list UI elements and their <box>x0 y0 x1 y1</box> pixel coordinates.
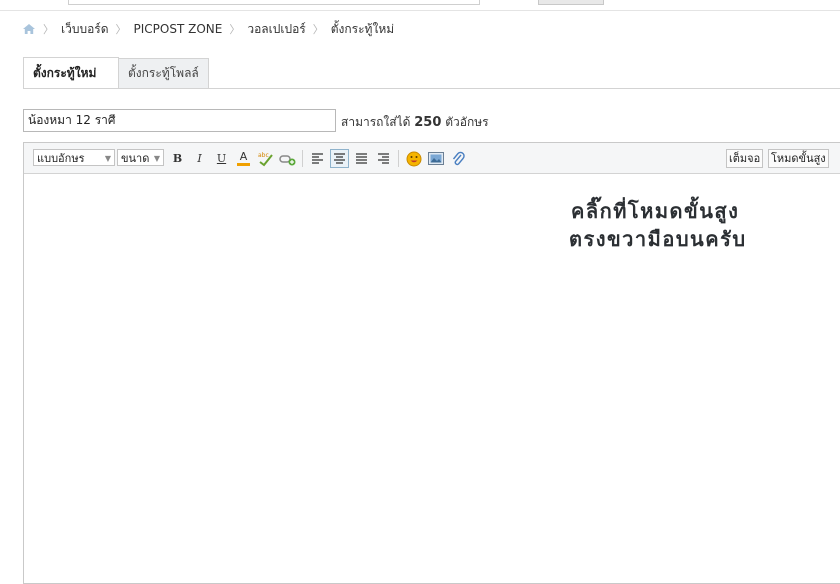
fullscreen-button[interactable]: เต็มจอ <box>726 149 764 168</box>
editor-note-line-2: ตรงขวามือบนครับ <box>569 227 747 251</box>
char-limit-count: 250 <box>414 115 442 130</box>
tab-new-topic[interactable]: ตั้งกระทู้ใหม่ <box>23 57 119 89</box>
breadcrumb-separator-icon: 〉 <box>312 23 324 36</box>
emoticon-icon[interactable] <box>404 149 423 168</box>
breadcrumb-webboard[interactable]: เว็บบอร์ด <box>61 20 109 39</box>
svg-text:abc: abc <box>258 152 269 159</box>
align-justify-icon[interactable] <box>352 149 371 168</box>
breadcrumb-wallpaper[interactable]: วอลเปเปอร์ <box>247 20 305 39</box>
breadcrumb-separator-icon: 〉 <box>115 23 127 36</box>
char-limit-hint: สามารถใส่ได้ 250 ตัวอักษร <box>341 113 489 132</box>
align-right-icon[interactable] <box>374 149 393 168</box>
font-color-swatch <box>237 163 250 166</box>
rich-text-editor: แบบอักษร ▼ ขนาด ▼ B I U A abc เต็มจอ โหม… <box>23 142 840 584</box>
font-family-select[interactable]: แบบอักษร ▼ <box>33 149 115 166</box>
align-left-icon[interactable] <box>308 149 327 168</box>
font-family-select-label: แบบอักษร <box>37 152 85 165</box>
breadcrumb-picpost-zone[interactable]: PICPOST ZONE <box>134 22 223 36</box>
chevron-down-icon: ▼ <box>104 154 111 163</box>
align-center-icon[interactable] <box>330 149 349 168</box>
editor-content-area[interactable]: คลิ๊กที่โหมดขั้นสูง ตรงขวามือบนครับ <box>24 174 840 583</box>
font-size-select[interactable]: ขนาด ▼ <box>117 149 164 166</box>
italic-button[interactable]: I <box>190 149 209 168</box>
font-color-button[interactable]: A <box>234 149 253 168</box>
tab-divider <box>23 88 840 89</box>
insert-image-icon[interactable] <box>426 149 445 168</box>
font-size-select-label: ขนาด <box>121 152 150 165</box>
chevron-down-icon: ▼ <box>153 154 160 163</box>
advanced-mode-button[interactable]: โหมดขั้นสูง <box>768 149 829 168</box>
font-color-letter: A <box>239 150 248 163</box>
breadcrumb: 〉 เว็บบอร์ด 〉 PICPOST ZONE 〉 วอลเปเปอร์ … <box>22 20 394 38</box>
toolbar-divider <box>398 150 399 167</box>
char-limit-suffix: ตัวอักษร <box>445 115 489 129</box>
tab-new-poll[interactable]: ตั้งกระทู้โพลล์ <box>118 58 209 88</box>
breadcrumb-separator-icon: 〉 <box>43 23 54 36</box>
spellcheck-icon[interactable]: abc <box>256 149 275 168</box>
attachment-icon[interactable] <box>448 149 467 168</box>
toolbar-divider <box>302 150 303 167</box>
top-bar <box>0 0 840 11</box>
bold-button[interactable]: B <box>168 149 187 168</box>
top-search-input[interactable] <box>68 0 480 5</box>
breadcrumb-current: ตั้งกระทู้ใหม่ <box>330 21 395 36</box>
underline-button[interactable]: U <box>212 149 231 168</box>
topic-title-input[interactable] <box>23 109 336 132</box>
breadcrumb-separator-icon: 〉 <box>229 23 241 36</box>
home-icon[interactable] <box>22 23 36 35</box>
char-limit-prefix: สามารถใส่ได้ <box>341 115 411 129</box>
editor-toolbar: แบบอักษร ▼ ขนาด ▼ B I U A abc เต็มจอ โหม… <box>24 143 840 174</box>
insert-link-icon[interactable] <box>278 149 297 168</box>
top-search-button[interactable] <box>538 0 604 5</box>
